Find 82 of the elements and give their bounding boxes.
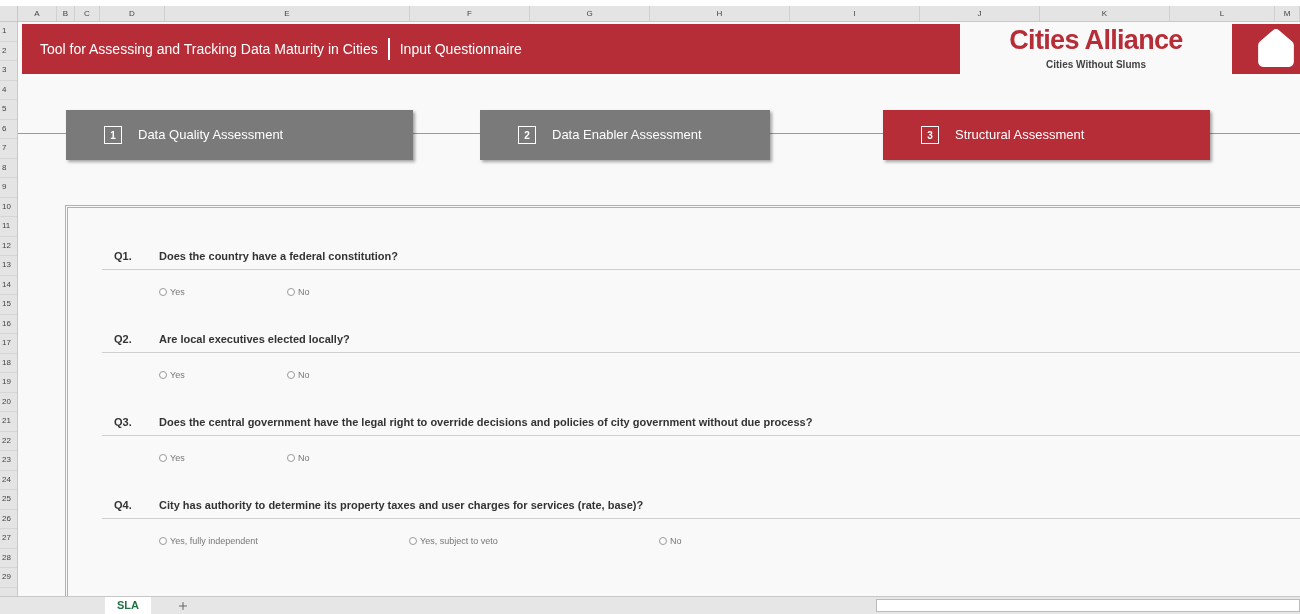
row-header[interactable]: 7 (0, 139, 17, 159)
row-header[interactable]: 27 (0, 529, 17, 549)
row-header[interactable]: 24 (0, 470, 17, 490)
step-number: 2 (518, 126, 536, 144)
radio-option[interactable]: Yes (159, 285, 287, 299)
step-button[interactable]: 3 Structural Assessment (883, 110, 1210, 160)
radio-button[interactable] (159, 537, 167, 546)
row-header[interactable]: 2 (0, 41, 17, 61)
row-header[interactable]: 17 (0, 334, 17, 354)
step-number: 3 (921, 126, 939, 144)
row-header[interactable]: 4 (0, 80, 17, 100)
row-header[interactable]: 20 (0, 392, 17, 412)
column-header[interactable]: M (1275, 6, 1300, 21)
row-header[interactable]: 16 (0, 314, 17, 334)
row-header[interactable]: 8 (0, 158, 17, 178)
column-header[interactable]: G (530, 6, 650, 21)
radio-option[interactable]: Yes (159, 368, 287, 382)
horizontal-scrollbar[interactable] (876, 599, 1300, 612)
row-header[interactable]: 19 (0, 373, 17, 393)
radio-option[interactable]: Yes (159, 451, 287, 465)
row-header[interactable]: 25 (0, 490, 17, 510)
row-header[interactable]: 22 (0, 431, 17, 451)
row-header[interactable]: 12 (0, 236, 17, 256)
sheet-tab[interactable]: SLA (105, 597, 151, 614)
step-button[interactable]: 2 Data Enabler Assessment (480, 110, 770, 160)
column-header[interactable]: D (100, 6, 165, 21)
question-text: Does the central government have the legal right to override decisions and policies of city government without due process? (159, 415, 813, 430)
radio-option[interactable]: No (287, 285, 415, 299)
radio-button[interactable] (159, 371, 167, 380)
step-number: 1 (104, 126, 122, 144)
column-header[interactable]: K (1040, 6, 1170, 21)
logo-name: Cities Alliance (1009, 26, 1183, 54)
column-header[interactable]: H (650, 6, 790, 21)
radio-option[interactable]: No (287, 368, 415, 382)
column-header[interactable]: J (920, 6, 1040, 21)
column-header[interactable]: E (165, 6, 410, 21)
radio-button[interactable] (287, 454, 295, 463)
column-header[interactable]: L (1170, 6, 1275, 21)
row-header[interactable]: 28 (0, 548, 17, 568)
radio-option[interactable]: Yes, subject to veto (409, 534, 659, 548)
question-number: Q2. (114, 332, 133, 347)
add-icon (177, 599, 189, 612)
radio-option[interactable]: Yes, fully independent (159, 534, 409, 548)
radio-button[interactable] (659, 537, 667, 546)
radio-button[interactable] (159, 288, 167, 297)
question-number: Q1. (114, 249, 133, 264)
question-number: Q4. (114, 498, 133, 513)
banner-title: Tool for Assessing and Tracking Data Maturity in Cities (40, 39, 378, 59)
column-header[interactable]: F (410, 6, 530, 21)
radio-button[interactable] (287, 288, 295, 297)
row-header[interactable]: 13 (0, 256, 17, 276)
radio-button[interactable] (159, 454, 167, 463)
row-header[interactable]: 15 (0, 295, 17, 315)
column-header[interactable]: I (790, 6, 920, 21)
row-header[interactable]: 5 (0, 100, 17, 120)
row-header[interactable]: 18 (0, 353, 17, 373)
column-header[interactable]: B (57, 6, 75, 21)
radio-option[interactable]: No (659, 534, 909, 548)
row-header[interactable]: 3 (0, 61, 17, 81)
banner-subtitle: Input Questionnaire (399, 39, 522, 59)
logo-tagline: Cities Without Slums (1046, 57, 1146, 72)
column-header[interactable]: C (75, 6, 100, 21)
column-header[interactable]: A (18, 6, 57, 21)
step-button[interactable]: 1 Data Quality Assessment (66, 110, 413, 160)
question-number: Q3. (114, 415, 133, 430)
question-text: City has authority to determine its property taxes and user charges for services (rate, base)? (159, 498, 644, 513)
row-header[interactable]: 9 (0, 178, 17, 198)
row-header[interactable]: 23 (0, 451, 17, 471)
question-text: Are local executives elected locally? (159, 332, 350, 347)
radio-button[interactable] (287, 371, 295, 380)
row-header[interactable]: 14 (0, 275, 17, 295)
row-header[interactable]: 11 (0, 217, 17, 237)
home-button[interactable] (1232, 24, 1300, 74)
radio-option[interactable]: No (287, 451, 415, 465)
radio-button[interactable] (409, 537, 417, 546)
row-header[interactable]: 6 (0, 119, 17, 139)
row-header[interactable]: 26 (0, 509, 17, 529)
question-text: Does the country have a federal constitution? (159, 249, 398, 264)
row-header[interactable]: 29 (0, 568, 17, 588)
row-header[interactable]: 1 (0, 22, 17, 42)
row-header[interactable]: 10 (0, 197, 17, 217)
row-header[interactable]: 21 (0, 412, 17, 432)
